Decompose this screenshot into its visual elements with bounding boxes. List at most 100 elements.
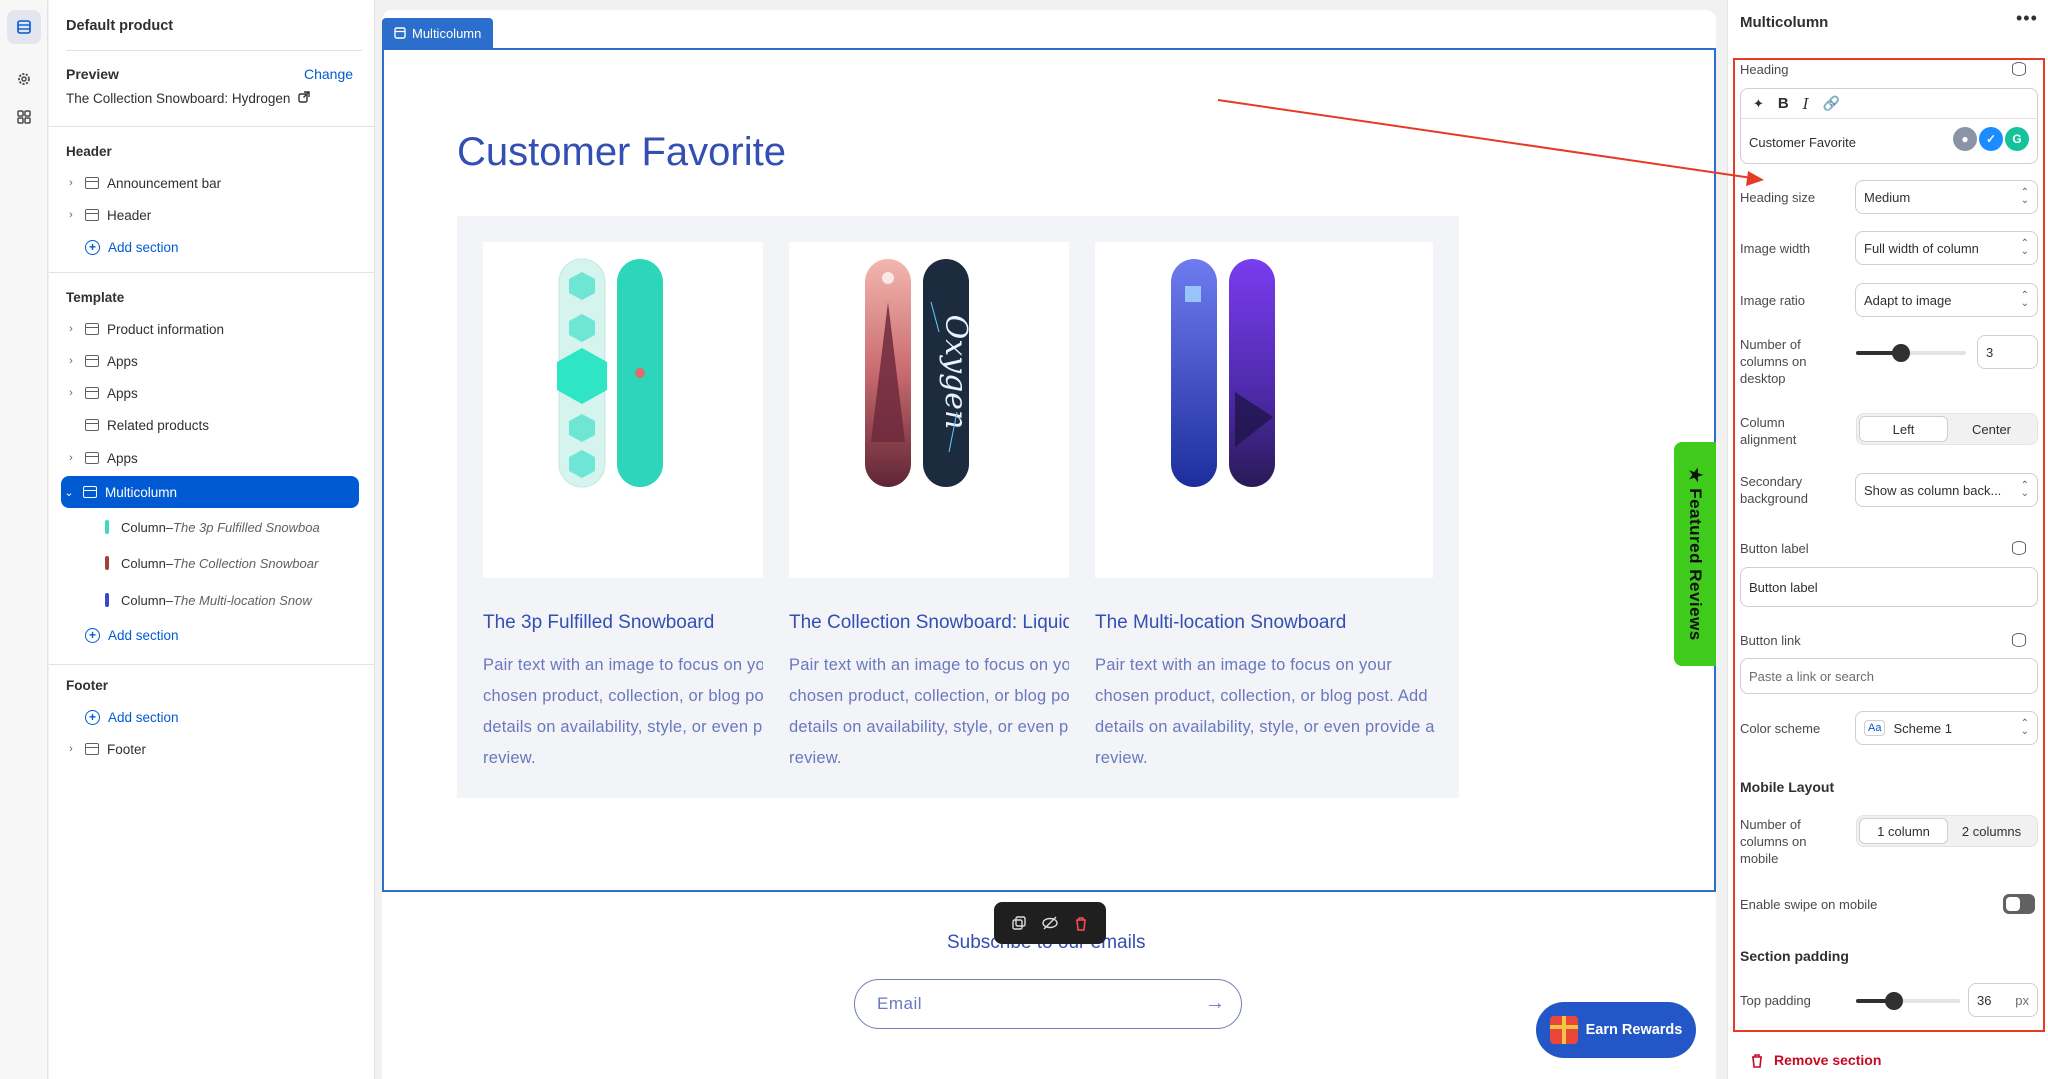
tree-item-multicolumn[interactable]: ⌄ Multicolumn	[61, 476, 359, 508]
hide-icon[interactable]	[1040, 913, 1060, 933]
remove-section-button[interactable]: Remove section	[1750, 1052, 1881, 1068]
chevron-up-down-icon: ⌃ ⌄	[2020, 187, 2029, 206]
heading-richtext-editor[interactable]: ✦ B I 🔗 Customer Favorite ● ✓ G	[1740, 88, 2038, 164]
ai-sparkle-icon[interactable]: ✦	[1753, 96, 1764, 112]
column-prefix: Column	[121, 592, 166, 608]
gear-icon[interactable]	[7, 62, 41, 96]
tree-item-label: Announcement bar	[107, 175, 222, 191]
button-label-label: Button label	[1740, 541, 1809, 556]
swipe-mobile-toggle[interactable]	[2003, 894, 2035, 914]
secondary-background-select[interactable]: Show as column back... ⌃ ⌄	[1855, 473, 2038, 507]
add-section-header[interactable]: + Add section	[63, 232, 363, 262]
column-name: The 3p Fulfilled Snowboa	[173, 519, 320, 535]
grammarly-icon[interactable]: G	[2005, 127, 2029, 151]
add-section-template[interactable]: + Add section	[63, 620, 363, 650]
dynamic-source-icon[interactable]	[2012, 633, 2026, 647]
column-title: The Collection Snowboard: Liquid	[789, 612, 1074, 633]
tree-item-footer[interactable]: › Footer	[63, 734, 363, 764]
email-field[interactable]: Email →	[854, 979, 1242, 1029]
change-preview-link[interactable]: Change	[304, 66, 353, 82]
image-width-label: Image width	[1740, 241, 1811, 256]
italic-icon[interactable]: I	[1803, 95, 1809, 113]
top-padding-input[interactable]: 36 px	[1968, 983, 2038, 1017]
chevron-right-icon[interactable]: ›	[63, 387, 79, 399]
color-scheme-select[interactable]: Aa Scheme 1 ⌃ ⌄	[1855, 711, 2038, 745]
delete-icon[interactable]	[1071, 913, 1091, 933]
duplicate-icon[interactable]	[1009, 913, 1029, 933]
chevron-up-down-icon: ⌃ ⌄	[2020, 238, 2029, 257]
chevron-right-icon[interactable]: ›	[63, 323, 79, 335]
align-center-option[interactable]: Center	[1948, 416, 2035, 442]
section-tag-label: Multicolumn	[412, 25, 482, 41]
column-card[interactable]: The Multi-location Snowboard Pair text w…	[1069, 216, 1459, 798]
chevron-right-icon[interactable]: ›	[63, 209, 79, 221]
tree-item-apps[interactable]: › Apps	[63, 443, 363, 473]
color-scheme-swatch-icon: Aa	[1864, 720, 1886, 736]
tree-item-product-information[interactable]: › Product information	[63, 314, 363, 344]
template-group-title: Template	[66, 290, 125, 305]
sections-icon[interactable]	[7, 10, 41, 44]
featured-reviews-text: Featured Reviews	[1686, 488, 1705, 641]
external-link-icon[interactable]	[298, 91, 311, 106]
more-options-icon[interactable]: •••	[2016, 8, 2038, 29]
one-column-option[interactable]: 1 column	[1859, 818, 1948, 844]
featured-reviews-tab[interactable]: ★ Featured Reviews	[1674, 442, 1716, 666]
heading-size-select[interactable]: Medium ⌃ ⌄	[1855, 180, 2038, 214]
button-link-input[interactable]: Paste a link or search	[1740, 658, 2038, 694]
icon-rail	[0, 0, 48, 1079]
tree-item-related-products[interactable]: Related products	[63, 410, 363, 440]
heading-size-label: Heading size	[1740, 190, 1816, 205]
product-image	[1095, 242, 1433, 578]
button-label-input[interactable]: Button label	[1740, 567, 2038, 607]
checkmark-icon[interactable]: ✓	[1979, 127, 2003, 151]
dynamic-source-icon[interactable]	[2012, 541, 2026, 555]
earn-rewards-button[interactable]: Earn Rewards	[1536, 1002, 1696, 1058]
tree-item-announcement-bar[interactable]: › Announcement bar	[63, 168, 363, 198]
chevron-right-icon[interactable]: ›	[63, 452, 79, 464]
preview-product[interactable]: The Collection Snowboard: Hydrogen	[66, 91, 311, 106]
tree-item-column[interactable]: Column – The 3p Fulfilled Snowboa	[105, 512, 320, 542]
link-icon[interactable]: 🔗	[1823, 95, 1840, 112]
preview-product-name: The Collection Snowboard: Hydrogen	[66, 91, 291, 106]
tree-item-apps[interactable]: › Apps	[63, 378, 363, 408]
section-icon	[85, 743, 99, 755]
column-sep: –	[165, 592, 174, 608]
bold-icon[interactable]: B	[1778, 95, 1789, 112]
add-section-footer[interactable]: + Add section	[63, 702, 363, 732]
chevron-up-down-icon: ⌃ ⌄	[2020, 480, 2029, 499]
plus-circle-icon: +	[85, 709, 100, 725]
chevron-right-icon[interactable]: ›	[63, 355, 79, 367]
tree-item-header[interactable]: › Header	[63, 200, 363, 230]
multicolumn-section[interactable]: Customer Favorite The 3p Fulfilled Snowb…	[382, 48, 1716, 892]
chevron-down-icon[interactable]: ⌄	[61, 486, 77, 499]
section-icon	[85, 355, 99, 367]
arrow-right-icon[interactable]: →	[1205, 992, 1225, 1015]
section-icon	[85, 323, 99, 335]
chevron-right-icon[interactable]: ›	[63, 177, 79, 189]
two-columns-option[interactable]: 2 columns	[1948, 818, 2035, 844]
footer-group-title: Footer	[66, 678, 108, 693]
dynamic-source-icon[interactable]	[2012, 62, 2026, 76]
image-ratio-select[interactable]: Adapt to image ⌃ ⌄	[1855, 283, 2038, 317]
columns-desktop-input[interactable]: 3	[1977, 335, 2038, 369]
tree-item-apps[interactable]: › Apps	[63, 346, 363, 376]
column-name: The Multi-location Snow	[173, 592, 312, 608]
tree-item-column[interactable]: Column – The Collection Snowboar	[105, 548, 318, 578]
plus-circle-icon: +	[85, 239, 100, 255]
column-color-icon	[105, 520, 109, 534]
top-padding-slider-handle[interactable]	[1885, 992, 1903, 1010]
tree-item-column[interactable]: Column – The Multi-location Snow	[105, 585, 312, 615]
multicolumn-section-tag[interactable]: Multicolumn	[382, 18, 494, 48]
align-left-option[interactable]: Left	[1859, 416, 1948, 442]
image-width-select[interactable]: Full width of column ⌃ ⌄	[1855, 231, 2038, 265]
section-heading: Customer Favorite	[457, 130, 786, 174]
apps-icon[interactable]	[7, 100, 41, 134]
plus-circle-icon: +	[85, 627, 100, 643]
tree-item-label: Apps	[107, 450, 138, 466]
featured-reviews-label: ★ Featured Reviews	[1686, 467, 1705, 641]
chevron-right-icon[interactable]: ›	[63, 743, 79, 755]
tree-item-label: Apps	[107, 353, 138, 369]
ai-assistant-icon[interactable]: ●	[1953, 127, 1977, 151]
column-prefix: Column	[121, 555, 166, 571]
columns-desktop-slider-handle[interactable]	[1892, 344, 1910, 362]
